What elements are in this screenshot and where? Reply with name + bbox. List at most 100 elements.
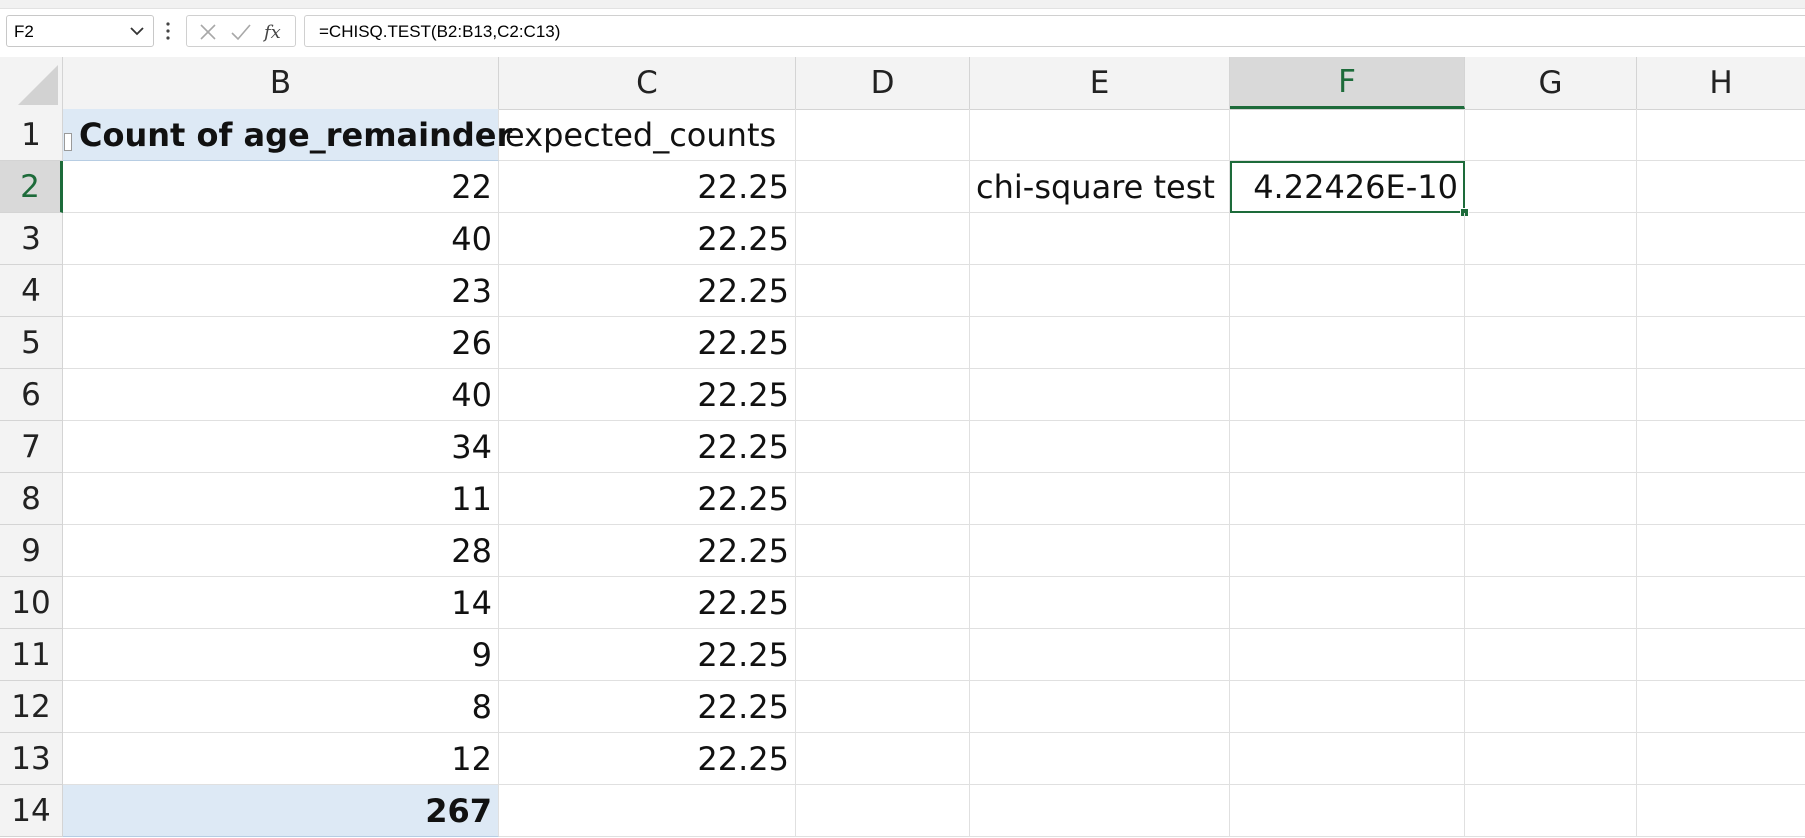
- cell-f12[interactable]: [1230, 681, 1465, 733]
- x-icon[interactable]: [197, 22, 219, 42]
- cell-h6[interactable]: [1637, 369, 1805, 421]
- row-header-2[interactable]: 2: [0, 161, 63, 213]
- cell-h8[interactable]: [1637, 473, 1805, 525]
- row-header-6[interactable]: 6: [0, 369, 63, 421]
- cell-h5[interactable]: [1637, 317, 1805, 369]
- cell-f8[interactable]: [1230, 473, 1465, 525]
- cell-g11[interactable]: [1465, 629, 1637, 681]
- cell-d7[interactable]: [796, 421, 970, 473]
- cell-d11[interactable]: [796, 629, 970, 681]
- cell-e7[interactable]: [970, 421, 1230, 473]
- vertical-dots-icon[interactable]: [164, 19, 172, 43]
- cell-f1[interactable]: [1230, 109, 1465, 161]
- row-header-13[interactable]: 13: [0, 733, 63, 785]
- cell-h4[interactable]: [1637, 265, 1805, 317]
- cell-b5[interactable]: 26: [63, 317, 499, 369]
- cell-f4[interactable]: [1230, 265, 1465, 317]
- cell-h14[interactable]: [1637, 785, 1805, 837]
- cell-f10[interactable]: [1230, 577, 1465, 629]
- cell-b10[interactable]: 14: [63, 577, 499, 629]
- formula-input[interactable]: =CHISQ.TEST(B2:B13,C2:C13): [304, 15, 1805, 47]
- row-header-3[interactable]: 3: [0, 213, 63, 265]
- cell-f14[interactable]: [1230, 785, 1465, 837]
- cell-f9[interactable]: [1230, 525, 1465, 577]
- cell-d2[interactable]: [796, 161, 970, 213]
- cell-e8[interactable]: [970, 473, 1230, 525]
- cell-b2[interactable]: 22: [63, 161, 499, 213]
- cell-h3[interactable]: [1637, 213, 1805, 265]
- cell-h7[interactable]: [1637, 421, 1805, 473]
- cell-e4[interactable]: [970, 265, 1230, 317]
- cell-h10[interactable]: [1637, 577, 1805, 629]
- cell-e14[interactable]: [970, 785, 1230, 837]
- cell-d1[interactable]: [796, 109, 970, 161]
- cell-f11[interactable]: [1230, 629, 1465, 681]
- cell-f13[interactable]: [1230, 733, 1465, 785]
- row-header-12[interactable]: 12: [0, 681, 63, 733]
- cell-d9[interactable]: [796, 525, 970, 577]
- cell-d13[interactable]: [796, 733, 970, 785]
- cell-c11[interactable]: 22.25: [499, 629, 796, 681]
- cell-b14[interactable]: 267: [63, 785, 499, 837]
- row-header-5[interactable]: 5: [0, 317, 63, 369]
- cell-e12[interactable]: [970, 681, 1230, 733]
- cell-g10[interactable]: [1465, 577, 1637, 629]
- cell-g9[interactable]: [1465, 525, 1637, 577]
- cell-g14[interactable]: [1465, 785, 1637, 837]
- cell-c2[interactable]: 22.25: [499, 161, 796, 213]
- cell-e5[interactable]: [970, 317, 1230, 369]
- cell-c9[interactable]: 22.25: [499, 525, 796, 577]
- column-header-h[interactable]: H: [1637, 57, 1805, 109]
- cell-g3[interactable]: [1465, 213, 1637, 265]
- cell-c14[interactable]: [499, 785, 796, 837]
- cell-f5[interactable]: [1230, 317, 1465, 369]
- cell-g4[interactable]: [1465, 265, 1637, 317]
- cell-e9[interactable]: [970, 525, 1230, 577]
- cell-d3[interactable]: [796, 213, 970, 265]
- row-header-9[interactable]: 9: [0, 525, 63, 577]
- cell-h11[interactable]: [1637, 629, 1805, 681]
- row-header-10[interactable]: 10: [0, 577, 63, 629]
- cell-b1[interactable]: Count of age_remainder: [63, 109, 512, 161]
- cell-e2[interactable]: chi-square test: [970, 161, 1230, 213]
- check-icon[interactable]: [230, 22, 252, 42]
- cell-b9[interactable]: 28: [63, 525, 499, 577]
- cell-d8[interactable]: [796, 473, 970, 525]
- chevron-down-icon[interactable]: [129, 21, 145, 41]
- column-header-d[interactable]: D: [796, 57, 970, 109]
- row-header-4[interactable]: 4: [0, 265, 63, 317]
- column-header-b[interactable]: B: [63, 57, 499, 109]
- column-header-e[interactable]: E: [970, 57, 1230, 109]
- cell-e3[interactable]: [970, 213, 1230, 265]
- cell-g2[interactable]: [1465, 161, 1637, 213]
- cell-d5[interactable]: [796, 317, 970, 369]
- cell-f2[interactable]: 4.22426E-10: [1230, 161, 1465, 213]
- cell-e10[interactable]: [970, 577, 1230, 629]
- cell-d12[interactable]: [796, 681, 970, 733]
- cell-h2[interactable]: [1637, 161, 1805, 213]
- cell-b3[interactable]: 40: [63, 213, 499, 265]
- cell-e13[interactable]: [970, 733, 1230, 785]
- cell-h12[interactable]: [1637, 681, 1805, 733]
- fx-icon[interactable]: fx: [263, 22, 289, 42]
- cell-g6[interactable]: [1465, 369, 1637, 421]
- cell-g12[interactable]: [1465, 681, 1637, 733]
- cell-e11[interactable]: [970, 629, 1230, 681]
- row-header-14[interactable]: 14: [0, 785, 63, 837]
- cell-c5[interactable]: 22.25: [499, 317, 796, 369]
- cell-c8[interactable]: 22.25: [499, 473, 796, 525]
- select-all-button[interactable]: [0, 57, 63, 109]
- cell-c3[interactable]: 22.25: [499, 213, 796, 265]
- cell-d14[interactable]: [796, 785, 970, 837]
- cell-b11[interactable]: 9: [63, 629, 499, 681]
- row-header-8[interactable]: 8: [0, 473, 63, 525]
- cell-g7[interactable]: [1465, 421, 1637, 473]
- cell-h13[interactable]: [1637, 733, 1805, 785]
- cell-d6[interactable]: [796, 369, 970, 421]
- cell-c12[interactable]: 22.25: [499, 681, 796, 733]
- cell-b4[interactable]: 23: [63, 265, 499, 317]
- cell-e6[interactable]: [970, 369, 1230, 421]
- cell-b12[interactable]: 8: [63, 681, 499, 733]
- name-box[interactable]: F2: [6, 15, 154, 47]
- cell-c4[interactable]: 22.25: [499, 265, 796, 317]
